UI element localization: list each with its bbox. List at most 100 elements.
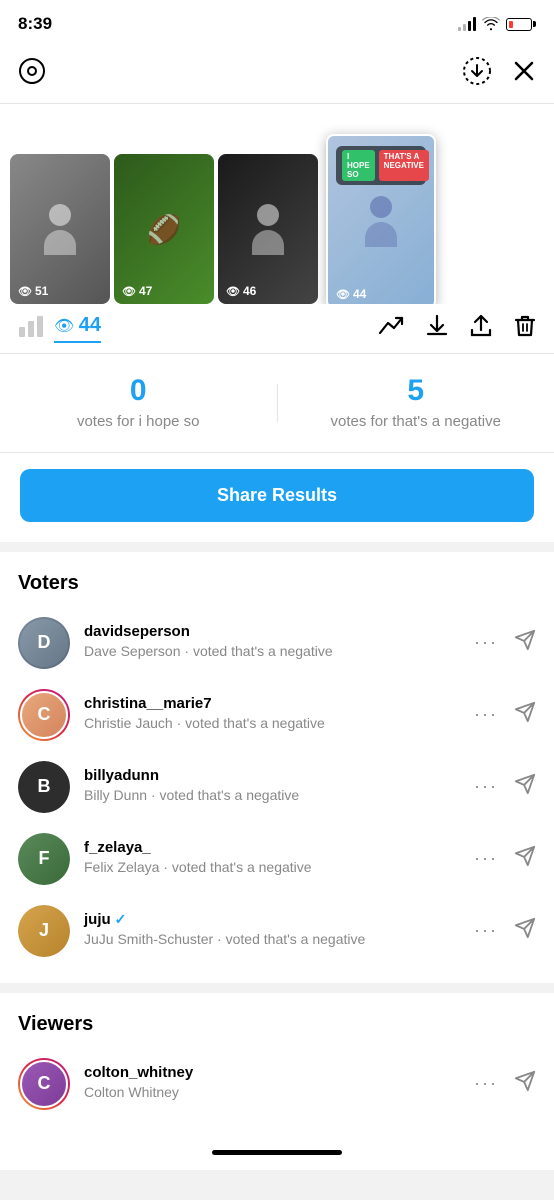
poll-overlay: I HOPE SO THAT'S A NEGATIVE	[336, 146, 426, 185]
thumb-count-2: 👁 47	[122, 284, 152, 298]
status-icons	[458, 17, 536, 31]
voter-actions-4: ···	[474, 845, 536, 872]
send-button-1[interactable]	[514, 629, 536, 656]
toolbar-active-indicator	[54, 341, 101, 343]
bottom-bar	[0, 1136, 554, 1170]
voter-info-1: davidseperson Dave Seperson · voted that…	[84, 623, 460, 662]
voter-item-4: F f_zelaya_ Felix Zelaya · voted that's …	[0, 823, 554, 895]
send-button-5[interactable]	[514, 917, 536, 944]
voter-info-2: christina__marie7 Christie Jauch · voted…	[84, 695, 460, 734]
download-toolbar-button[interactable]	[426, 314, 448, 343]
section-divider-1	[0, 542, 554, 552]
share-section: Share Results	[0, 453, 554, 542]
voter-item-2: C christina__marie7 Christie Jauch · vot…	[0, 679, 554, 751]
viewers-section: Viewers C colton_whitney Colton Whitney …	[0, 993, 554, 1136]
voters-section: Voters D davidseperson Dave Seperson · v…	[0, 552, 554, 983]
send-button-4[interactable]	[514, 845, 536, 872]
voter-info-3: billyadunn Billy Dunn · voted that's a n…	[84, 767, 460, 806]
voter-username-4: f_zelaya_	[84, 839, 460, 856]
more-button-viewer-1[interactable]: ···	[474, 1073, 498, 1094]
battery-icon	[506, 18, 536, 31]
eye-icon: 👁	[54, 318, 74, 335]
voter-actions-3: ···	[474, 773, 536, 800]
more-button-1[interactable]: ···	[474, 632, 498, 653]
more-button-5[interactable]: ···	[474, 920, 498, 941]
voter-info-5: juju ✓ JuJu Smith-Schuster · voted that'…	[84, 911, 460, 950]
viewer-actions-1: ···	[474, 1070, 536, 1097]
more-button-2[interactable]: ···	[474, 704, 498, 725]
status-bar: 8:39	[0, 0, 554, 44]
thumbnails-section: 👁 51 🏈 👁 47 👁 46	[0, 104, 554, 304]
voter-username-5: juju ✓	[84, 911, 460, 928]
voter-detail-4: Felix Zelaya · voted that's a negative	[84, 858, 460, 878]
viewer-username-1: colton_whitney	[84, 1064, 460, 1081]
thumbnail-1[interactable]: 👁 51	[10, 154, 110, 304]
toolbar-left: 👁 44	[18, 314, 378, 343]
viewer-info-1: colton_whitney Colton Whitney	[84, 1064, 460, 1103]
avatar-juju: J	[18, 905, 70, 957]
section-divider-2	[0, 983, 554, 993]
avatar-billyadunn: B	[18, 761, 70, 813]
thumb-count-1: 👁 51	[18, 284, 48, 298]
avatar-davidseperson: D	[18, 617, 70, 669]
voter-username-3: billyadunn	[84, 767, 460, 784]
send-button-3[interactable]	[514, 773, 536, 800]
poll-label-1: votes for i hope so	[67, 412, 210, 432]
viewer-detail-1: Colton Whitney	[84, 1083, 460, 1103]
voter-username-1: davidseperson	[84, 623, 460, 640]
poll-count-2: 5	[407, 374, 424, 408]
poll-result-option2: 5 votes for that's a negative	[278, 374, 554, 432]
thumb-count-3: 👁 46	[226, 284, 256, 298]
poll-results: 0 votes for i hope so 5 votes for that's…	[0, 354, 554, 453]
more-button-4[interactable]: ···	[474, 848, 498, 869]
chart-button[interactable]	[18, 315, 44, 342]
poll-option-2: THAT'S A NEGATIVE	[379, 150, 429, 181]
share-toolbar-button[interactable]	[470, 314, 492, 343]
voter-username-2: christina__marie7	[84, 695, 460, 712]
voter-item-3: B billyadunn Billy Dunn · voted that's a…	[0, 751, 554, 823]
signal-bars-icon	[458, 17, 476, 31]
voter-detail-2: Christie Jauch · voted that's a negative	[84, 714, 460, 734]
voters-title: Voters	[0, 568, 554, 607]
wifi-icon	[482, 17, 500, 31]
voter-info-4: f_zelaya_ Felix Zelaya · voted that's a …	[84, 839, 460, 878]
close-button[interactable]	[512, 59, 536, 88]
toolbar: 👁 44	[0, 304, 554, 354]
send-button-viewer-1[interactable]	[514, 1070, 536, 1097]
thumbnail-3[interactable]: 👁 46	[218, 154, 318, 304]
top-controls-bar	[0, 44, 554, 104]
share-results-button[interactable]: Share Results	[20, 469, 534, 522]
download-button[interactable]	[462, 56, 492, 91]
voter-actions-2: ···	[474, 701, 536, 728]
poll-result-option1: 0 votes for i hope so	[0, 374, 277, 432]
gear-button[interactable]	[18, 57, 46, 90]
voter-item-5: J juju ✓ JuJu Smith-Schuster · voted tha…	[0, 895, 554, 967]
view-count-wrapper: 👁 44	[54, 314, 101, 343]
toolbar-right	[378, 314, 536, 343]
voter-item-1: D davidseperson Dave Seperson · voted th…	[0, 607, 554, 679]
viewers-title: Viewers	[0, 1009, 554, 1048]
voter-detail-3: Billy Dunn · voted that's a negative	[84, 786, 460, 806]
trending-button[interactable]	[378, 315, 404, 342]
voter-actions-1: ···	[474, 629, 536, 656]
voter-actions-5: ···	[474, 917, 536, 944]
poll-label-2: votes for that's a negative	[321, 412, 511, 432]
status-time: 8:39	[18, 14, 52, 34]
voter-detail-1: Dave Seperson · voted that's a negative	[84, 642, 460, 662]
home-indicator	[212, 1150, 342, 1155]
send-button-2[interactable]	[514, 701, 536, 728]
more-button-3[interactable]: ···	[474, 776, 498, 797]
avatar-coltonwhitney: C	[18, 1058, 70, 1110]
thumbnail-4-selected[interactable]: I HOPE SO THAT'S A NEGATIVE 👁 44	[326, 134, 436, 304]
poll-count-1: 0	[130, 374, 147, 408]
poll-option-1: I HOPE SO	[342, 150, 375, 181]
avatar-fzelaya: F	[18, 833, 70, 885]
delete-button[interactable]	[514, 314, 536, 343]
avatar-christina: C	[18, 689, 70, 741]
top-right-controls	[462, 56, 536, 91]
view-count: 44	[79, 314, 101, 336]
viewer-item-1: C colton_whitney Colton Whitney ···	[0, 1048, 554, 1120]
voter-detail-5: JuJu Smith-Schuster · voted that's a neg…	[84, 930, 460, 950]
verified-badge-juju: ✓	[115, 911, 127, 928]
thumbnail-2[interactable]: 🏈 👁 47	[114, 154, 214, 304]
